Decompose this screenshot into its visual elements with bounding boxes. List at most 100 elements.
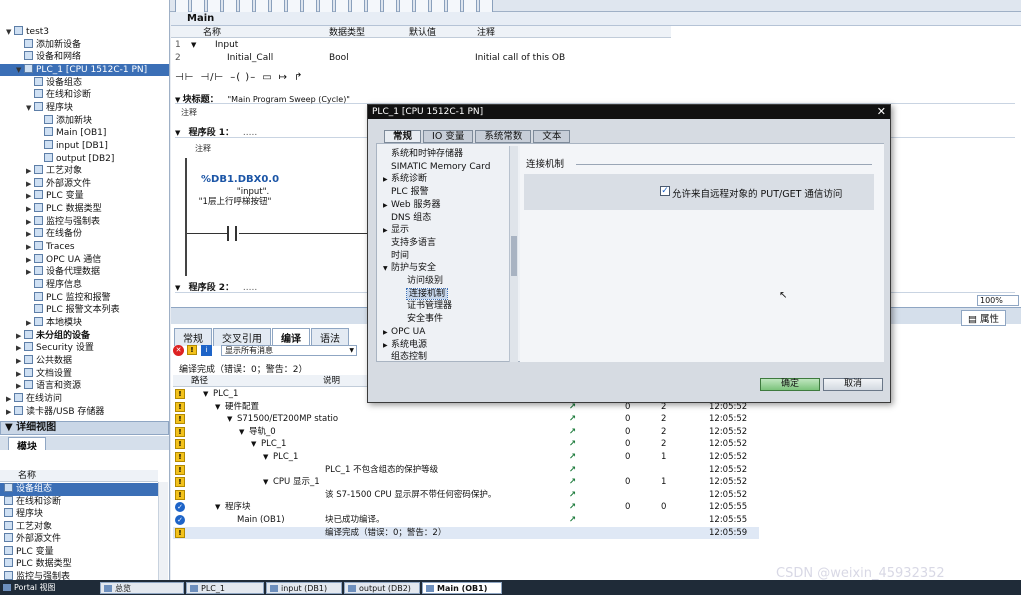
taskbar-item[interactable]: Portal 视图 [0, 582, 98, 594]
toolbar-button-14[interactable] [383, 0, 397, 13]
row-type[interactable]: Bool [329, 52, 349, 64]
expand-arrow-icon[interactable]: ▼ [6, 26, 14, 39]
expand-arrow-icon[interactable]: ▶ [16, 380, 24, 393]
detail-scrollbar[interactable] [158, 482, 168, 580]
nav-item[interactable]: ▼ 防护与安全 [383, 262, 436, 275]
detail-col-header[interactable]: 名称 [0, 470, 158, 482]
goto-icon[interactable]: ↗ [569, 413, 576, 426]
expand-arrow-icon[interactable]: ▼ [215, 401, 220, 414]
nav-item[interactable]: ▶ 系统诊断 [383, 173, 427, 186]
tree-item[interactable]: ▶ 文档设置 [0, 367, 169, 381]
message-filter-select[interactable]: 显示所有消息 ▼ [221, 345, 357, 356]
header-default[interactable]: 默认值 [409, 25, 436, 38]
expand-arrow-icon[interactable]: ▼ [215, 501, 220, 514]
nav-scroll-thumb[interactable] [511, 236, 517, 276]
toolbar-button-8[interactable] [287, 0, 301, 13]
detail-view-header[interactable]: ▼ 详细视图 [0, 421, 169, 435]
toolbar-button-18[interactable] [447, 0, 461, 13]
goto-icon[interactable]: ↗ [569, 489, 576, 502]
tab-0[interactable]: 常规 [174, 328, 212, 346]
tab-2[interactable]: 编译 [272, 328, 310, 346]
collapse-icon[interactable]: ▼ [175, 284, 183, 292]
message-row[interactable]: ✓ Main (OB1) 块已成功编译。 ↗ 12:05:55 [173, 514, 763, 527]
detail-list-item[interactable]: PLC 数据类型 [0, 558, 158, 571]
goto-icon[interactable]: ↗ [569, 476, 576, 489]
expand-arrow-icon[interactable]: ▶ [26, 178, 34, 191]
collapse-icon[interactable]: ▼ [175, 129, 183, 137]
toolbar-button-7[interactable] [271, 0, 285, 13]
tree-item[interactable]: ▶ 语言和资源 [0, 380, 169, 393]
network-2-title[interactable]: ..... [243, 283, 257, 293]
dialog-tab-3[interactable]: 文本 [533, 130, 571, 143]
tab-1[interactable]: 交叉引用 [213, 328, 271, 346]
tree-item[interactable]: ▶ 未分组的设备 [0, 329, 169, 343]
cancel-button[interactable]: 取消 [823, 378, 883, 391]
contact-no-icon[interactable]: ⊣⊢ [175, 72, 194, 83]
expand-arrow-icon[interactable]: ▶ [26, 241, 34, 254]
goto-icon[interactable]: ↗ [569, 438, 576, 451]
row-name[interactable]: Input [215, 39, 238, 51]
info-filter-icon[interactable]: i [201, 345, 212, 356]
message-row[interactable]: ! ▼ PLC_1 ↗ 0 2 12:05:52 [173, 438, 763, 451]
block-title-value[interactable]: "Main Program Sweep (Cycle)" [228, 95, 351, 104]
nav-item[interactable]: 安全事件 [383, 313, 443, 326]
expand-arrow-icon[interactable]: ▶ [26, 216, 34, 229]
toolbar-button-17[interactable] [431, 0, 445, 13]
goto-icon[interactable]: ↗ [569, 426, 576, 439]
expand-arrow-icon[interactable]: ▶ [26, 165, 34, 178]
tree-item[interactable]: 添加新块 [0, 114, 169, 128]
toolbar-button-3[interactable] [207, 0, 221, 13]
expand-arrow-icon[interactable]: ▼ [251, 438, 256, 451]
toolbar-button-5[interactable] [239, 0, 253, 13]
tree-item[interactable]: ▶ OPC UA 通信 [0, 253, 169, 267]
tree-item[interactable]: 添加新设备 [0, 38, 169, 52]
expand-arrow-icon[interactable]: ▶ [26, 317, 34, 330]
coil-icon[interactable]: –( )– [230, 72, 256, 83]
tree-item[interactable]: ▶ 公共数据 [0, 354, 169, 368]
tree-item[interactable]: ▶ 在线访问 [0, 392, 169, 406]
expand-arrow-icon[interactable]: ▼ [263, 476, 268, 489]
dialog-tab-2[interactable]: 系统常数 [475, 130, 532, 143]
tree-item[interactable]: Main [OB1] [0, 127, 169, 140]
nav-item[interactable]: DNS 组态 [383, 212, 431, 225]
nav-item[interactable]: 时间 [383, 250, 409, 263]
expand-arrow-icon[interactable]: ▶ [6, 393, 14, 406]
tree-item[interactable]: output [DB2] [0, 152, 169, 166]
toolbar-button-1[interactable] [175, 0, 189, 13]
nav-item[interactable]: PLC 报警 [383, 186, 429, 199]
message-row[interactable]: ! ▼ 导轨_0 ↗ 0 2 12:05:52 [173, 426, 763, 439]
nav-item[interactable]: ▶ 系统电源 [383, 339, 427, 352]
toolbar-button-16[interactable] [415, 0, 429, 13]
zoom-field[interactable]: 100% [977, 295, 1019, 306]
toolbar-button-12[interactable] [351, 0, 365, 13]
toolbar-button-2[interactable] [191, 0, 205, 13]
tree-item[interactable]: ▶ 读卡器/USB 存储器 [0, 405, 169, 419]
expand-arrow-icon[interactable]: ▶ [26, 266, 34, 279]
expand-arrow-icon[interactable]: ▶ [16, 368, 24, 381]
nav-item[interactable]: 连接机制 [383, 287, 449, 301]
taskbar-item[interactable]: output (DB2) [344, 582, 420, 594]
tree-item[interactable]: 设备和网络 [0, 51, 169, 64]
ok-button[interactable]: 确定 [760, 378, 820, 391]
message-row[interactable]: ! 编译完成（错误：0；警告：2） 12:05:59 [173, 526, 759, 540]
header-type[interactable]: 数据类型 [329, 25, 365, 38]
taskbar-item[interactable]: Main (OB1) [422, 582, 502, 594]
detail-list-item[interactable]: 外部源文件 [0, 533, 158, 546]
goto-icon[interactable]: ↗ [569, 464, 576, 477]
interface-row[interactable]: 2 Initial_Call Bool Initial call of this… [171, 52, 671, 64]
expand-arrow-icon[interactable]: ▼ [227, 413, 232, 426]
network-1-title[interactable]: ..... [243, 128, 257, 138]
detail-list-item[interactable]: PLC 变量 [0, 545, 158, 559]
toolbar-button-11[interactable] [335, 0, 349, 13]
nav-item[interactable]: 支持多语言 [383, 237, 436, 250]
contact-address[interactable]: %DB1.DBX0.0 [201, 174, 279, 185]
nav-item[interactable]: ▶ OPC UA [383, 326, 425, 339]
expand-arrow-icon[interactable]: ▼ [16, 64, 24, 77]
goto-icon[interactable]: ↗ [569, 451, 576, 464]
expand-arrow-icon[interactable]: ▼ [203, 388, 208, 401]
taskbar-item[interactable]: PLC_1 [186, 582, 264, 594]
expand-arrow-icon[interactable]: ▶ [26, 254, 34, 267]
tree-item[interactable]: ▼ test3 [0, 26, 169, 39]
tree-item[interactable]: ▶ 设备代理数据 [0, 266, 169, 279]
expand-arrow-icon[interactable]: ▶ [26, 203, 34, 216]
